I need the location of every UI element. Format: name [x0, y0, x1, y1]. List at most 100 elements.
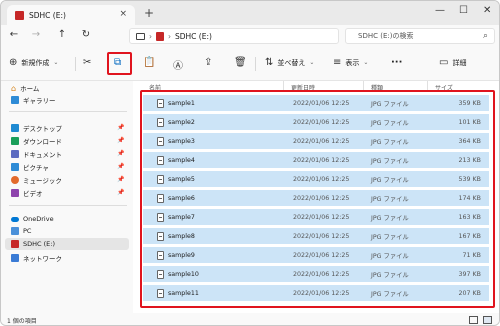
status-bar: 1 個の項目 [1, 313, 499, 325]
download-icon [11, 137, 19, 145]
chevron-down-icon: ⌄ [309, 59, 315, 66]
desktop-icon [11, 124, 19, 132]
back-arrow-icon[interactable]: ← [7, 29, 21, 40]
copy-button-highlight [107, 52, 132, 75]
share-button[interactable]: ⇪ [204, 57, 212, 68]
sort-label: 並べ替え [277, 58, 306, 67]
rename-button[interactable]: Ⓐ [173, 57, 183, 72]
sidebar-item-label: ダウンロード [23, 138, 62, 146]
sidebar-item-gallery[interactable]: ギャラリー [11, 95, 56, 105]
sort-button[interactable]: ⇅ 並べ替え ⌄ [265, 57, 314, 68]
details-label: 詳細 [452, 58, 467, 67]
command-bar: ⊕ 新規作成 ⌄ ✂ ⧉ 📋 Ⓐ ⇪ 🗑 ⇅ 並べ替え ⌄ ≡ 表示 ⌄ ···… [1, 47, 499, 81]
up-arrow-icon[interactable]: ↑ [55, 29, 69, 40]
plus-circle-icon: ⊕ [9, 57, 18, 68]
video-icon [11, 189, 19, 197]
refresh-icon[interactable]: ↻ [79, 29, 93, 40]
maximize-button[interactable]: ☐ [459, 5, 468, 16]
sidebar-item-sdhc[interactable]: SDHC (E:) [5, 238, 129, 250]
pin-icon: 📌 [117, 176, 125, 183]
sidebar-item-pictures[interactable]: ピクチャ [11, 162, 49, 172]
new-tab-button[interactable]: + [144, 6, 154, 20]
pc-icon [11, 227, 19, 235]
sidebar-item-videos[interactable]: ビデオ [11, 188, 43, 198]
tab-bar: SDHC (E:) × + — ☐ ✕ [1, 1, 499, 25]
search-input[interactable]: SDHC (E:)の検索 ⌕ [345, 28, 495, 44]
minimize-button[interactable]: — [435, 5, 445, 16]
pin-icon: 📌 [117, 124, 125, 131]
gallery-icon [11, 96, 19, 104]
sidebar-item-documents[interactable]: ドキュメント [11, 149, 62, 159]
sidebar-item-label: SDHC (E:) [23, 240, 55, 248]
details-pane-icon: ▭ [439, 57, 449, 68]
pin-icon: 📌 [117, 150, 125, 157]
new-label: 新規作成 [21, 58, 50, 67]
close-tab-icon[interactable]: × [119, 9, 127, 19]
paste-button[interactable]: 📋 [143, 57, 155, 68]
sidebar-item-pc[interactable]: PC [11, 227, 31, 235]
sidebar-item-label: ビデオ [23, 190, 43, 198]
home-icon: ⌂ [11, 83, 17, 93]
sd-card-icon [15, 10, 24, 20]
sidebar-item-downloads[interactable]: ダウンロード [11, 136, 62, 146]
sd-card-icon [11, 240, 19, 248]
selected-files-highlight [140, 90, 495, 308]
sidebar-item-onedrive[interactable]: OneDrive [11, 215, 54, 223]
sidebar-item-desktop[interactable]: デスクトップ [11, 123, 62, 133]
sidebar-item-music[interactable]: ミュージック [11, 175, 62, 185]
tiles-view-icon[interactable] [483, 316, 492, 324]
pictures-icon [11, 163, 19, 171]
breadcrumb-location[interactable]: SDHC (E:) [175, 32, 212, 41]
status-text: 1 個の項目 [7, 318, 37, 325]
view-button[interactable]: ≡ 表示 ⌄ [333, 57, 368, 68]
sidebar-item-label: PC [23, 227, 32, 235]
chevron-down-icon: ⌄ [53, 59, 59, 66]
search-icon: ⌕ [482, 31, 488, 41]
pin-icon: 📌 [117, 137, 125, 144]
sidebar-item-label: ミュージック [23, 177, 62, 185]
pin-icon: 📌 [117, 163, 125, 170]
address-bar-row: ← → ↑ ↻ › › SDHC (E:) SDHC (E:)の検索 ⌕ [1, 25, 499, 47]
sort-icon: ⇅ [265, 57, 274, 68]
sidebar-item-label: OneDrive [23, 215, 54, 223]
delete-button[interactable]: 🗑 [234, 57, 247, 68]
sidebar-item-label: ネットワーク [23, 255, 62, 263]
sidebar-item-label: ドキュメント [23, 151, 62, 159]
pin-icon: 📌 [117, 189, 125, 196]
file-explorer-window: SDHC (E:) × + — ☐ ✕ ← → ↑ ↻ › › SDHC (E:… [0, 0, 500, 326]
details-button[interactable]: ▭ 詳細 [439, 57, 466, 68]
sidebar-divider [9, 205, 127, 206]
view-list-icon: ≡ [333, 57, 342, 68]
more-button[interactable]: ··· [391, 57, 402, 68]
search-placeholder: SDHC (E:)の検索 [358, 32, 414, 40]
new-button[interactable]: ⊕ 新規作成 ⌄ [9, 57, 58, 68]
view-label: 表示 [345, 58, 360, 67]
address-field[interactable]: › › SDHC (E:) [129, 28, 339, 44]
forward-arrow-icon[interactable]: → [29, 29, 43, 40]
breadcrumb-separator: › [149, 31, 152, 41]
tab-sdhc[interactable]: SDHC (E:) × [7, 5, 135, 25]
more-dots-icon: ··· [391, 57, 403, 68]
close-window-button[interactable]: ✕ [483, 5, 491, 16]
music-icon [11, 176, 19, 184]
document-icon [11, 150, 19, 158]
sidebar-divider [9, 111, 127, 112]
sidebar-item-label: デスクトップ [23, 125, 62, 133]
chevron-down-icon: ⌄ [363, 59, 369, 66]
trash-icon: 🗑 [234, 57, 247, 68]
sidebar-item-network[interactable]: ネットワーク [11, 253, 62, 263]
sidebar-item-label: ピクチャ [23, 164, 49, 172]
toolbar-divider [75, 57, 76, 71]
details-view-icon[interactable] [469, 316, 478, 324]
network-icon [11, 254, 19, 262]
sidebar-item-label: ホーム [20, 85, 40, 93]
tab-title: SDHC (E:) [29, 10, 66, 20]
sidebar-item-label: ギャラリー [23, 97, 56, 105]
cut-button[interactable]: ✂ [83, 57, 91, 68]
navigation-pane: ⌂ ホーム ギャラリー デスクトップ 📌 ダウンロード 📌 ドキュメント 📌 ピ… [1, 81, 133, 313]
sidebar-item-home[interactable]: ⌂ ホーム [11, 83, 40, 94]
sd-card-icon [156, 31, 164, 41]
paste-icon: 📋 [143, 57, 156, 68]
monitor-icon [136, 32, 145, 40]
rename-icon: Ⓐ [173, 61, 183, 72]
